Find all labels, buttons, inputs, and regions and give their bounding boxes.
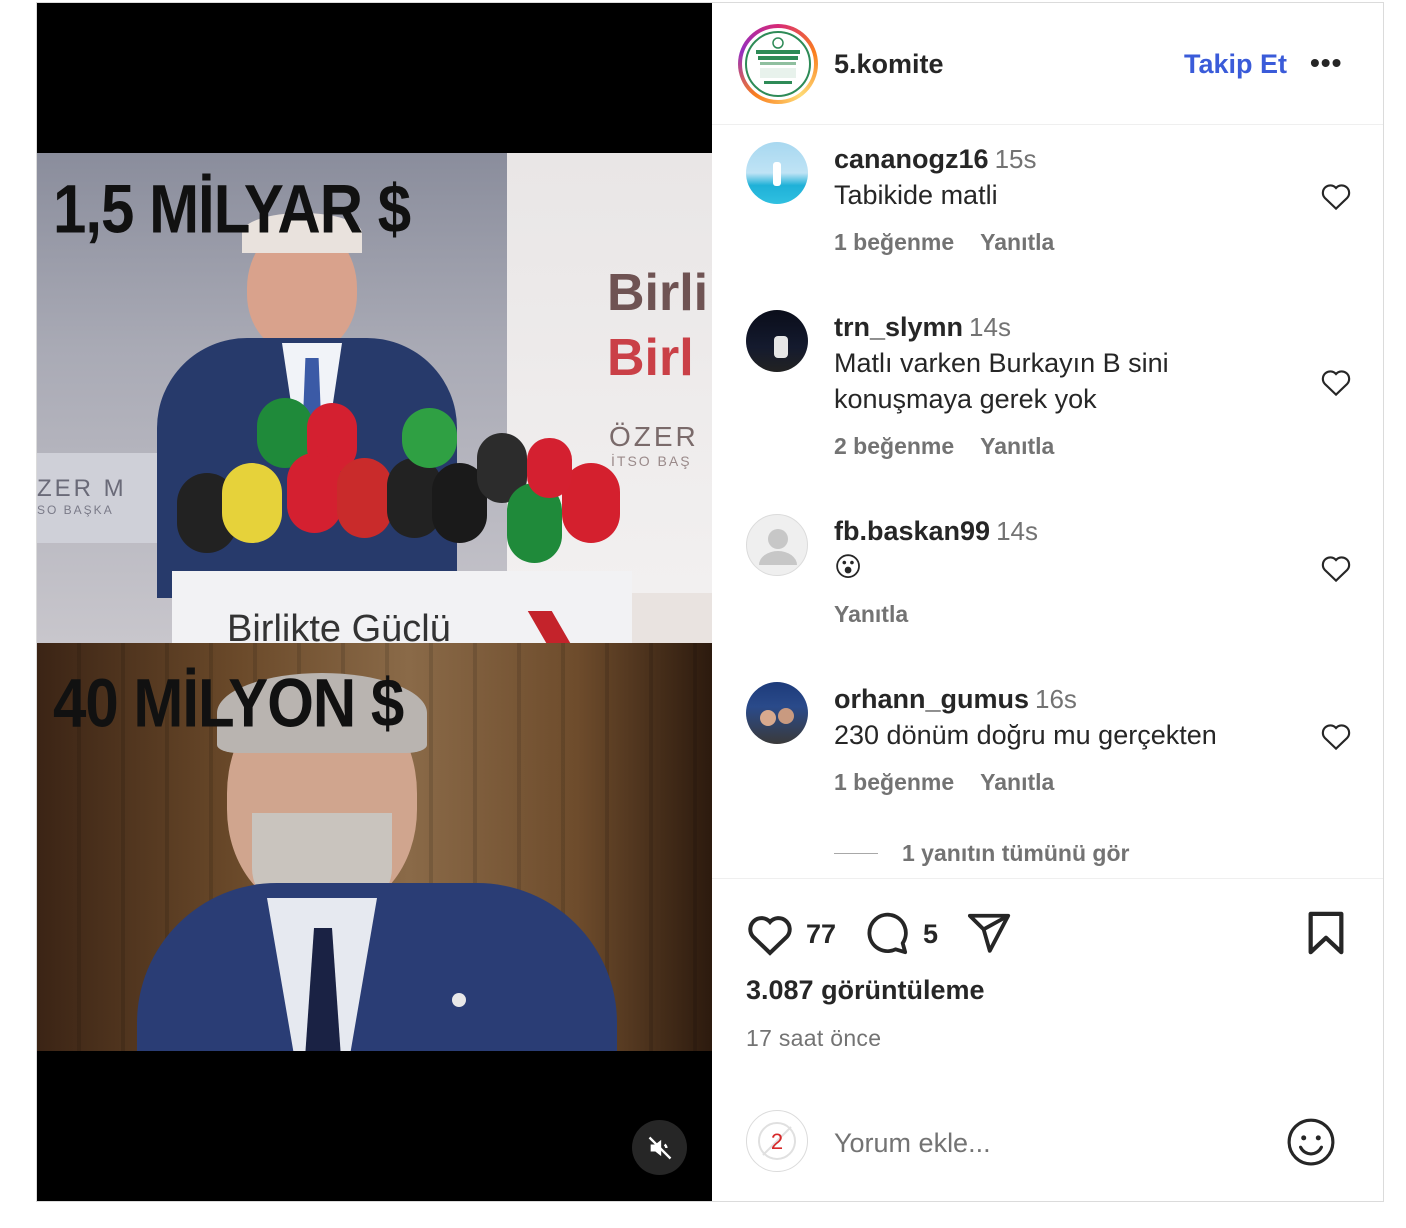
view-count[interactable]: 3.087 görüntüleme [746, 975, 985, 1006]
media-top-image: Birli Birl ÖZER İTSO BAŞ ZER M SO BAŞKA [37, 153, 712, 643]
replies-divider [834, 853, 878, 854]
current-user-avatar[interactable]: 2 [746, 1110, 808, 1172]
commenter-avatar[interactable] [746, 142, 808, 204]
like-heart-icon[interactable] [746, 912, 794, 956]
comment-username[interactable]: cananogz16 [834, 144, 989, 174]
more-dots-icon: ••• [1310, 47, 1343, 78]
comment-composer: 2 [712, 1093, 1383, 1201]
post-modal: Birli Birl ÖZER İTSO BAŞ ZER M SO BAŞKA [36, 2, 1384, 1202]
comment-time: 16s [1035, 684, 1077, 714]
comment-like-heart-icon[interactable] [1320, 181, 1352, 211]
comment-like-heart-icon[interactable] [1320, 553, 1352, 583]
reply-button[interactable]: Yanıtla [834, 601, 908, 627]
commenter-avatar[interactable] [746, 682, 808, 744]
comment-text: 230 dönüm doğru mu gerçekten [834, 720, 1217, 750]
comment-text: Matlı varken Burkayın B sini konuşmaya g… [834, 348, 1169, 414]
post-actions: 77 5 3.087 görüntüleme 17 saat önce [712, 878, 1383, 1093]
author-avatar[interactable] [738, 24, 818, 104]
comment-input[interactable] [834, 1123, 1254, 1163]
comment-likes[interactable]: 1 beğenme [834, 769, 954, 795]
comment-time: 14s [996, 516, 1038, 546]
commenter-avatar[interactable] [746, 310, 808, 372]
post-media[interactable]: Birli Birl ÖZER İTSO BAŞ ZER M SO BAŞKA [37, 3, 712, 1201]
follow-button[interactable]: Takip Et [1184, 49, 1287, 80]
speaker-muted-icon [648, 1136, 671, 1159]
share-paper-plane-icon[interactable] [964, 910, 1014, 956]
comment-count[interactable]: 5 [923, 919, 938, 950]
media-bottom-caption: 40 MİLYON $ [53, 664, 404, 742]
emoji-picker-icon[interactable] [1286, 1117, 1336, 1167]
committee-logo-icon [745, 31, 811, 97]
comment-like-heart-icon[interactable] [1320, 367, 1352, 397]
comment-text: 😮 [834, 552, 863, 582]
comment-bubble-icon[interactable] [862, 910, 910, 956]
like-count[interactable]: 77 [806, 919, 836, 950]
comment-username[interactable]: orhann_gumus [834, 684, 1029, 714]
comment-likes[interactable]: 1 beğenme [834, 229, 954, 255]
comments-list[interactable]: cananogz16 15s Tabikide matli 1 beğenme Ya… [712, 126, 1383, 878]
view-replies-button[interactable]: 1 yanıtın tümünü gör [834, 840, 1129, 867]
comment-time: 14s [969, 312, 1011, 342]
save-bookmark-icon[interactable] [1306, 910, 1346, 956]
media-top-caption: 1,5 MİLYAR $ [53, 170, 411, 248]
post-timestamp: 17 saat önce [746, 1025, 882, 1051]
reply-button[interactable]: Yanıtla [980, 433, 1054, 459]
media-bottom-image: 40 MİLYON $ [37, 643, 712, 1051]
notification-badge-count: 2 [771, 1129, 783, 1154]
comment-username[interactable]: fb.baskan99 [834, 516, 990, 546]
author-username[interactable]: 5.komite [834, 49, 944, 80]
reply-button[interactable]: Yanıtla [980, 229, 1054, 255]
comment-like-heart-icon[interactable] [1320, 721, 1352, 751]
notification-badge-icon: 2 [758, 1122, 796, 1160]
comment-time: 15s [994, 144, 1037, 174]
default-user-icon [759, 529, 797, 565]
comment-text: Tabikide matli [834, 180, 998, 210]
comment-username[interactable]: trn_slymn [834, 312, 963, 342]
more-options-button[interactable]: ••• [1310, 47, 1342, 79]
comment-likes[interactable]: 2 beğenme [834, 433, 954, 459]
view-replies-label: 1 yanıtın tümünü gör [902, 840, 1130, 866]
mute-toggle-button[interactable] [632, 1120, 687, 1175]
commenter-avatar[interactable] [746, 514, 808, 576]
post-header: 5.komite Takip Et ••• [712, 3, 1383, 125]
post-sidebar: 5.komite Takip Et ••• cananogz16 15s Tabi… [712, 3, 1383, 1201]
reply-button[interactable]: Yanıtla [980, 769, 1054, 795]
